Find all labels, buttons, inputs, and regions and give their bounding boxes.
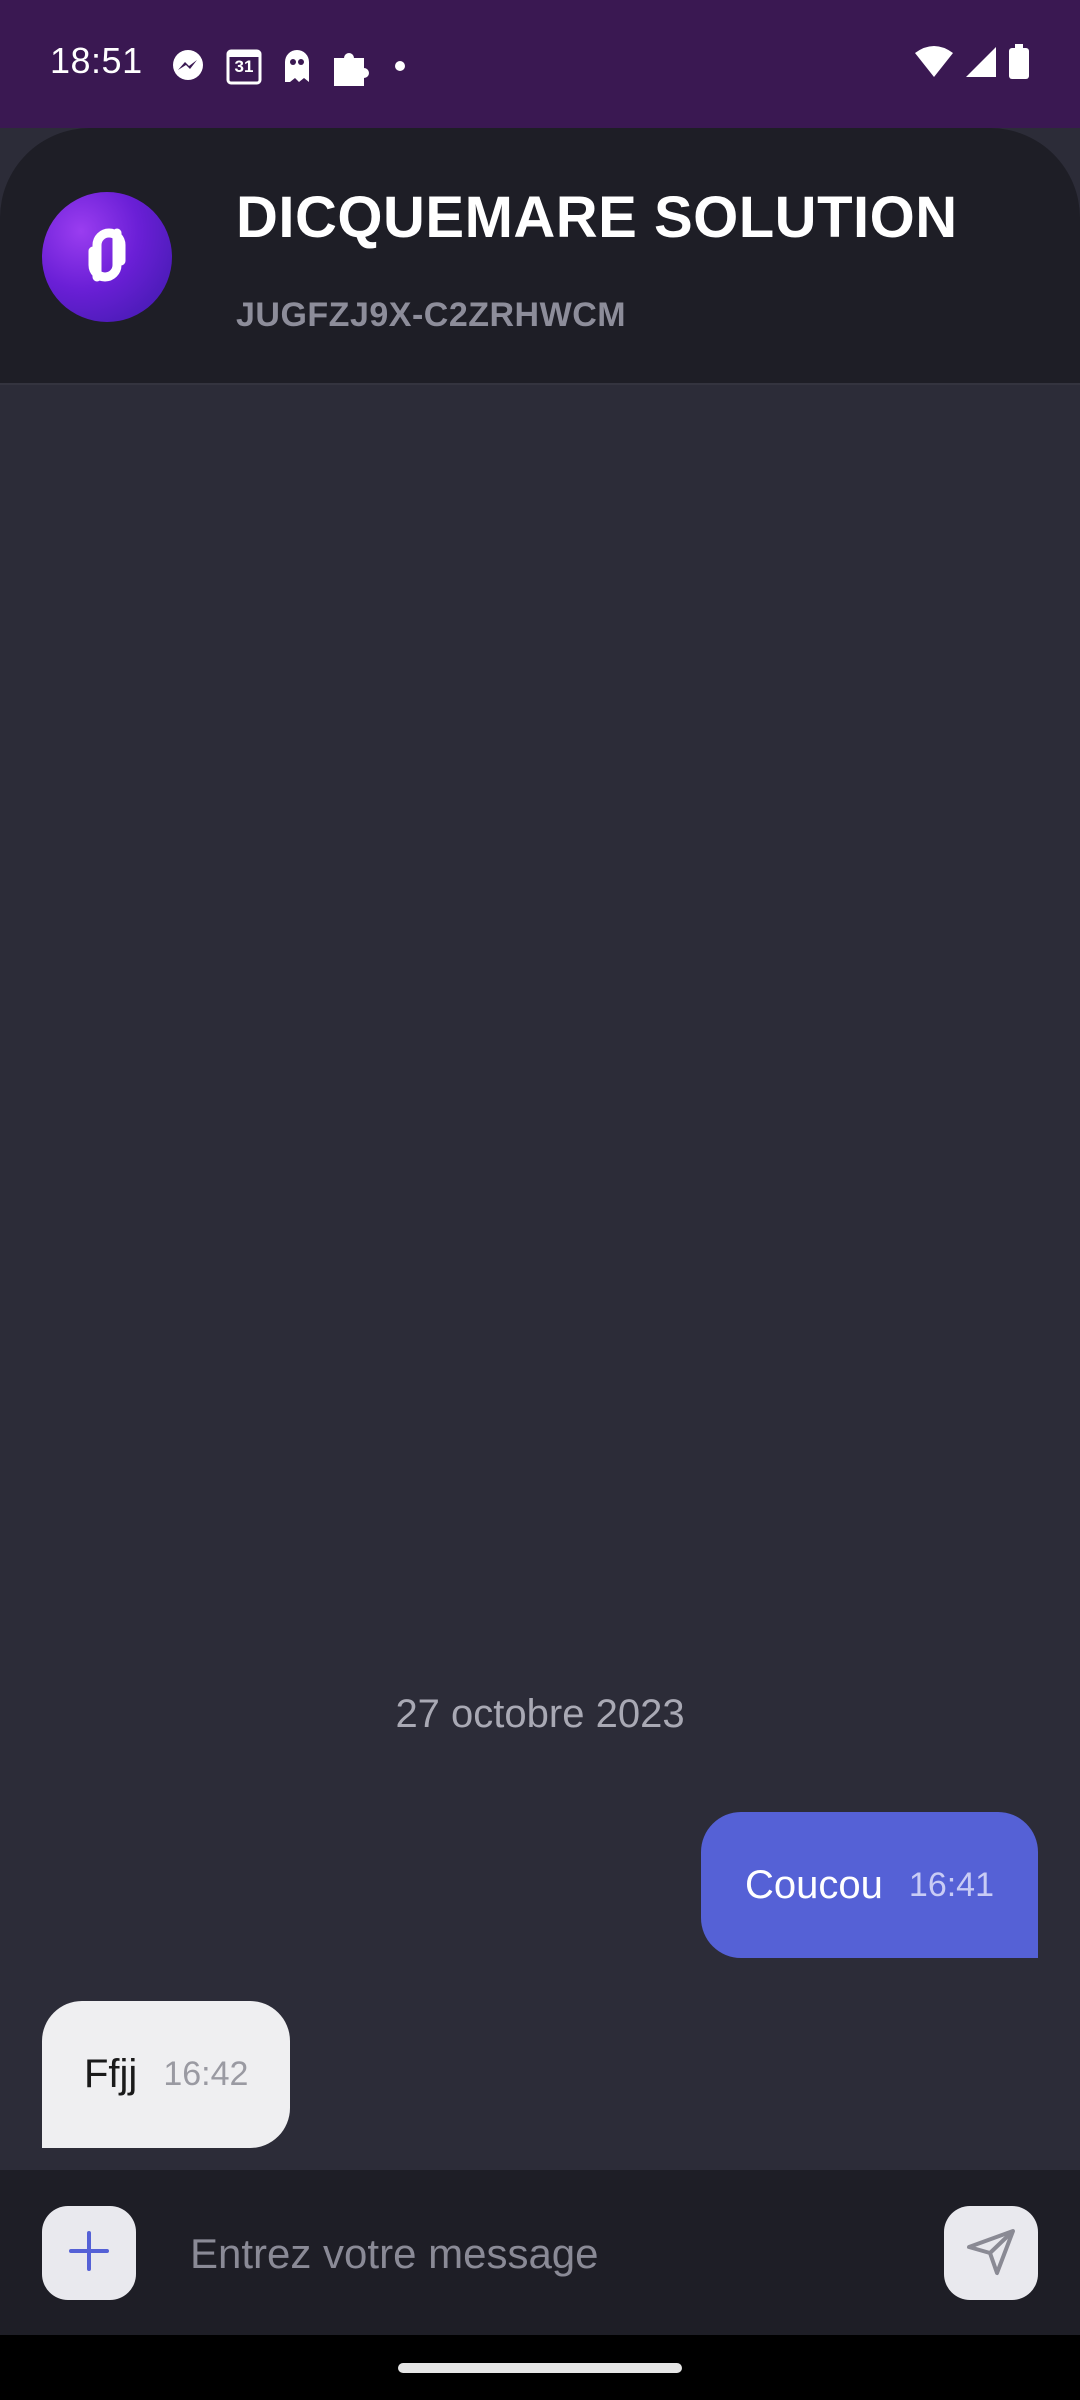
send-button[interactable] xyxy=(944,2206,1038,2300)
date-separator: 27 octobre 2023 xyxy=(395,1692,685,1736)
message-text: Ffjj xyxy=(84,2052,138,2096)
avatar[interactable] xyxy=(42,192,172,322)
link-logo-icon xyxy=(67,215,147,300)
signal-icon xyxy=(964,45,998,79)
status-time: 18:51 xyxy=(50,40,143,81)
message-composer xyxy=(0,2170,1080,2335)
message-incoming[interactable]: Ffjj 16:42 xyxy=(42,2001,291,2148)
message-outgoing[interactable]: Coucou 16:41 xyxy=(701,1812,1038,1958)
message-time: 16:41 xyxy=(908,1865,994,1904)
send-icon xyxy=(965,2225,1017,2282)
puzzle-icon xyxy=(332,44,374,88)
status-bar: 18:51 31 xyxy=(0,0,1080,128)
dot-icon xyxy=(394,60,406,72)
message-time: 16:42 xyxy=(163,2055,249,2093)
ghost-icon xyxy=(282,48,312,84)
home-gesture-handle[interactable] xyxy=(398,2363,682,2373)
plus-icon xyxy=(67,2229,111,2278)
message-text: Coucou xyxy=(745,1862,883,1907)
messenger-icon xyxy=(170,48,206,84)
calendar-icon: 31 xyxy=(226,47,262,85)
page-title: DICQUEMARE SOLUTION xyxy=(236,185,958,250)
chat-header: DICQUEMARE SOLUTION JUGFZJ9X-C2ZRHWCM xyxy=(0,128,1080,385)
battery-icon xyxy=(1008,44,1030,80)
notification-icons: 31 xyxy=(170,44,406,88)
add-attachment-button[interactable] xyxy=(42,2206,136,2300)
calendar-day: 31 xyxy=(234,57,254,76)
system-nav-bar xyxy=(0,2335,1080,2400)
message-input[interactable] xyxy=(188,2210,892,2298)
conversation-id: JUGFZJ9X-C2ZRHWCM xyxy=(236,296,627,334)
system-icons xyxy=(914,44,1030,80)
wifi-icon xyxy=(914,45,954,79)
